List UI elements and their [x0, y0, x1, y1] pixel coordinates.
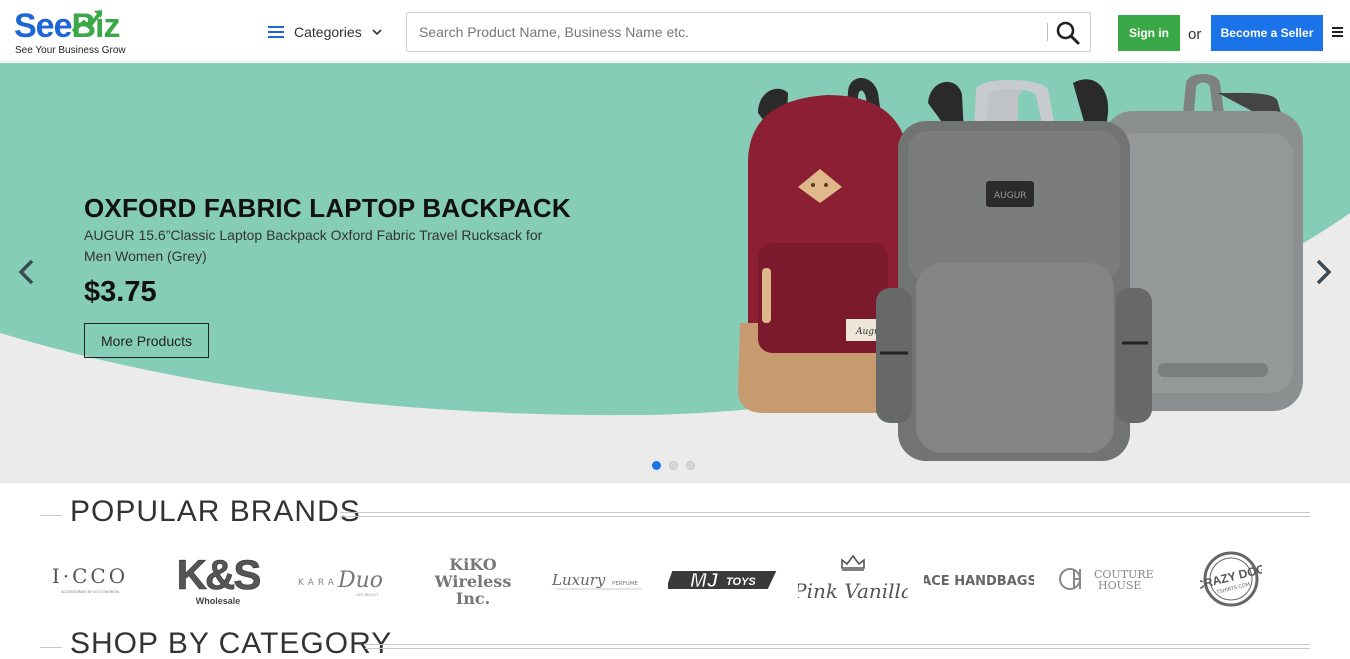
slider-dot-2[interactable] — [669, 461, 678, 470]
svg-text:I·CCO: I·CCO — [52, 564, 128, 588]
icco-logo: I·CCO ACCESSORIES BY ICCO FASHION — [52, 564, 128, 594]
seebiz-logo[interactable]: SeeBiz See Your Business Grow — [14, 6, 154, 58]
kiko-wireless-logo: KiKO Wireless Inc. — [434, 555, 512, 607]
slider-dot-3[interactable] — [686, 461, 695, 470]
chevron-down-icon — [372, 28, 382, 35]
svg-text:PERFUME: PERFUME — [612, 581, 639, 587]
shop-by-category-header: SHOP BY CATEGORY — [40, 627, 1310, 659]
brand-luxury-perfume[interactable]: Luxury PERFUME — [550, 548, 650, 610]
heading-rule-right — [365, 644, 1310, 649]
search-input[interactable] — [407, 13, 1045, 51]
couture-house-logo: COUTURE HOUSE — [1059, 568, 1154, 592]
kiko-line3: Inc. — [456, 589, 490, 607]
heading-rule-left — [40, 515, 62, 516]
ks-wholesale-logo: K&S Wholesale — [176, 551, 262, 606]
search-bar — [406, 12, 1091, 52]
svg-text:MJ: MJ — [690, 570, 719, 592]
more-products-button[interactable]: More Products — [84, 323, 209, 358]
brand-mj-toys[interactable]: MJ TOYS — [668, 548, 784, 610]
sign-in-button[interactable]: Sign in — [1118, 15, 1180, 51]
slider-dot-1[interactable] — [652, 461, 661, 470]
hero-price: $3.75 — [84, 276, 157, 308]
hero-title: OXFORD FABRIC LAPTOP BACKPACK — [84, 193, 571, 223]
search-icon[interactable] — [1055, 20, 1081, 46]
pink-vanilla-logo: Pink Vanilla — [798, 554, 908, 603]
brand-pink-vanilla[interactable]: Pink Vanilla — [798, 548, 908, 610]
heading-rule-left — [40, 647, 62, 648]
categories-label: Categories — [294, 24, 362, 40]
svg-text:Wholesale: Wholesale — [196, 596, 241, 606]
svg-text:Duo: Duo — [337, 568, 383, 593]
brand-couture-house[interactable]: COUTURE HOUSE — [1056, 548, 1160, 610]
menu-icon[interactable] — [1332, 27, 1343, 37]
svg-text:K&S: K&S — [177, 551, 261, 598]
brand-logo-row: I·CCO ACCESSORIES BY ICCO FASHION K&S Wh… — [40, 548, 1310, 610]
chevron-right-icon[interactable] — [1312, 258, 1334, 286]
heading-rule-right — [340, 512, 1310, 517]
svg-text:KARA: KARA — [298, 578, 338, 588]
svg-text:ACE HANDBAGS: ACE HANDBAGS — [924, 574, 1034, 589]
backpacks-image: Augur AUGUR — [738, 74, 1303, 461]
grey-backpack-front: AUGUR — [876, 79, 1152, 461]
popular-brands-title: POPULAR BRANDS — [70, 495, 361, 528]
hero-description: AUGUR 15.6”Classic Laptop Backpack Oxfor… — [84, 227, 543, 264]
svg-text:LIFE BEAUTY: LIFE BEAUTY — [356, 593, 380, 597]
brand-kara-duo[interactable]: KARA Duo LIFE BEAUTY — [294, 548, 394, 610]
brand-kiko-wireless[interactable]: KiKO Wireless Inc. — [428, 548, 518, 610]
become-seller-button[interactable]: Become a Seller — [1211, 15, 1323, 51]
slider-dots — [652, 461, 695, 470]
brand-ace-handbags[interactable]: ACE HANDBAGS — [924, 548, 1034, 610]
svg-text:Pink Vanilla: Pink Vanilla — [798, 579, 908, 603]
svg-text:HOUSE: HOUSE — [1098, 579, 1141, 592]
chevron-left-icon[interactable] — [16, 258, 38, 286]
ace-handbags-logo: ACE HANDBAGS — [924, 574, 1034, 589]
categories-menu-button[interactable]: Categories — [268, 20, 382, 44]
brand-crazy-dog[interactable]: CRAZY DOG TSHIRTS.COM — [1196, 548, 1266, 610]
growth-arrow-icon — [72, 10, 102, 32]
site-header: SeeBiz See Your Business Grow Categories… — [0, 0, 1350, 62]
luxury-perfume-logo: Luxury PERFUME — [551, 571, 642, 590]
popular-brands-header: POPULAR BRANDS — [40, 495, 1310, 535]
svg-text:TOYS: TOYS — [726, 576, 756, 588]
svg-text:Luxury: Luxury — [551, 571, 606, 589]
crazy-dog-logo: CRAZY DOG TSHIRTS.COM — [1200, 551, 1262, 607]
svg-text:ACCESSORIES BY ICCO FASHION: ACCESSORIES BY ICCO FASHION — [61, 590, 119, 594]
logo-tagline: See Your Business Grow — [15, 45, 126, 56]
shop-by-category-title: SHOP BY CATEGORY — [70, 627, 393, 659]
hamburger-icon — [268, 26, 284, 38]
or-separator: or — [1188, 26, 1202, 43]
mj-toys-logo: MJ TOYS — [668, 570, 777, 592]
brand-icco[interactable]: I·CCO ACCESSORIES BY ICCO FASHION — [48, 548, 132, 610]
kara-duo-logo: KARA Duo LIFE BEAUTY — [298, 568, 383, 597]
hero-slider: OXFORD FABRIC LAPTOP BACKPACK AUGUR 15.6… — [0, 63, 1350, 483]
brand-ks-wholesale[interactable]: K&S Wholesale — [172, 548, 264, 610]
search-divider — [1047, 23, 1048, 41]
svg-text:AUGUR: AUGUR — [994, 191, 1027, 201]
